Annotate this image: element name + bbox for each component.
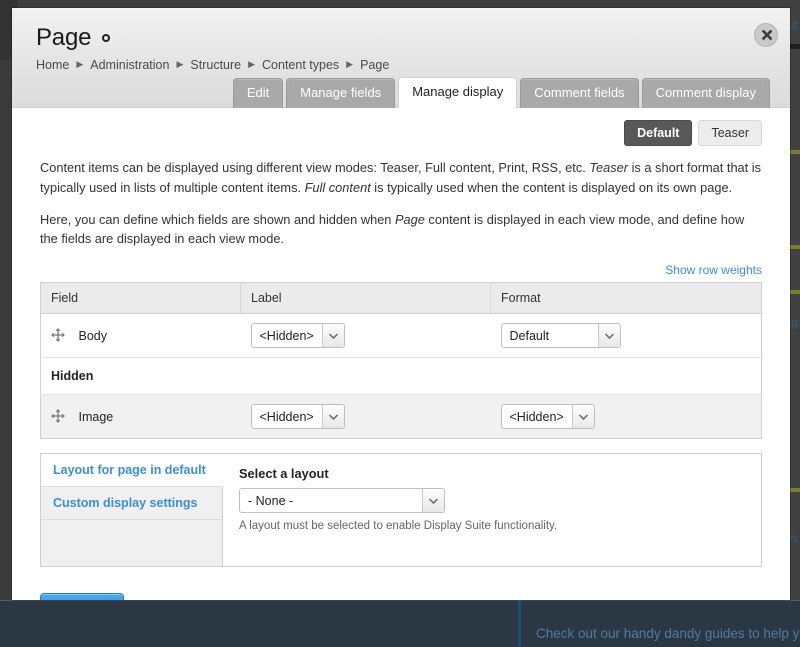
chevron-down-icon (422, 489, 444, 512)
breadcrumb-item-content-types[interactable]: Content types (262, 58, 339, 72)
intro-p1-part-c: is typically used when the content is di… (371, 180, 732, 195)
display-suite-vertical-tabs: Layout for page in default Custom displa… (40, 453, 762, 567)
intro-p2-emphasis-page: Page (395, 212, 425, 227)
intro-text: Content items can be displayed using dif… (40, 158, 762, 249)
chevron-down-icon (572, 405, 594, 428)
breadcrumb-separator-icon: ▶ (248, 59, 255, 70)
breadcrumb-item-page[interactable]: Page (360, 58, 389, 72)
breadcrumb-item-structure[interactable]: Structure (190, 58, 241, 72)
chevron-down-icon (598, 324, 620, 347)
column-header-format: Format (491, 283, 762, 314)
close-icon (761, 30, 772, 41)
breadcrumb-separator-icon: ▶ (346, 59, 353, 70)
throbber-ring-icon (102, 34, 110, 42)
modal-body: Default Teaser Content items can be disp… (12, 108, 790, 600)
cell-label-select: <Hidden> (241, 314, 491, 358)
intro-paragraph-2: Here, you can define which fields are sh… (40, 210, 762, 250)
intro-p1-part-a: Content items can be displayed using dif… (40, 160, 589, 175)
intro-paragraph-1: Content items can be displayed using dif… (40, 158, 762, 198)
tab-edit[interactable]: Edit (233, 78, 283, 108)
cell-format-select: <Hidden> (491, 395, 762, 439)
region-label-hidden: Hidden (41, 358, 241, 395)
layout-select-value: - None - (240, 489, 422, 512)
breadcrumb-separator-icon: ▶ (176, 59, 183, 70)
breadcrumb-item-administration[interactable]: Administration (90, 58, 169, 72)
tab-comment-fields[interactable]: Comment fields (520, 78, 638, 108)
format-select-image[interactable]: <Hidden> (501, 404, 595, 429)
cell-field-name: Body (41, 314, 241, 358)
row-weights-toggle-wrap: Show row weights (40, 261, 762, 279)
label-select-body-value: <Hidden> (252, 324, 322, 347)
vertical-tab-layout-for-page-in-default[interactable]: Layout for page in default (41, 454, 223, 487)
page-title: Page (36, 24, 91, 52)
table-header-row: Field Label Format (41, 283, 762, 314)
select-a-layout-heading: Select a layout (239, 466, 745, 481)
intro-p1-emphasis-full-content: Full content (305, 180, 371, 195)
title-row: Page (36, 8, 766, 52)
modal-actions: Save (40, 567, 762, 600)
breadcrumb-separator-icon: ▶ (76, 59, 83, 70)
layout-pane: Select a layout - None - A layout must b… (223, 454, 761, 566)
cell-label-select: <Hidden> (241, 395, 491, 439)
layout-select[interactable]: - None - (239, 488, 445, 513)
drag-handle-icon[interactable] (51, 409, 65, 423)
bottom-bar-message: Check out our handy dandy guides to help… (536, 626, 800, 641)
show-row-weights-link[interactable]: Show row weights (665, 263, 762, 277)
table-head: Field Label Format (41, 283, 762, 314)
breadcrumb-item-home[interactable]: Home (36, 58, 69, 72)
bottom-bar-accent (518, 601, 521, 647)
tab-comment-display[interactable]: Comment display (642, 78, 770, 108)
field-name-body: Body (78, 329, 107, 343)
cell-field-name: Image (41, 395, 241, 439)
format-select-body-value: Default (502, 324, 598, 347)
table-row-image-field: Image <Hidden> <Hidden> (41, 395, 762, 439)
view-mode-tabs: Default Teaser (40, 108, 762, 146)
breadcrumb: Home ▶ Administration ▶ Structure ▶ Cont… (36, 58, 766, 72)
intro-p2-part-a: Here, you can define which fields are sh… (40, 212, 395, 227)
label-select-image-value: <Hidden> (252, 405, 322, 428)
column-header-field: Field (41, 283, 241, 314)
cell-format-select: Default (491, 314, 762, 358)
layout-select-description: A layout must be selected to enable Disp… (239, 520, 745, 532)
region-empty-cell (241, 358, 491, 395)
vertical-tab-custom-display-settings[interactable]: Custom display settings (41, 487, 222, 520)
field-name-image: Image (78, 410, 113, 424)
column-header-label: Label (241, 283, 491, 314)
close-button[interactable] (754, 23, 778, 47)
table-row-body-field: Body <Hidden> Default (41, 314, 762, 358)
primary-tabs: Edit Manage fields Manage display Commen… (233, 77, 770, 108)
view-mode-tab-default[interactable]: Default (624, 120, 692, 146)
vertical-tab-list: Layout for page in default Custom displa… (41, 454, 223, 566)
label-select-body[interactable]: <Hidden> (251, 323, 345, 348)
drag-handle-icon[interactable] (51, 328, 65, 342)
tab-manage-display[interactable]: Manage display (398, 77, 517, 108)
tab-manage-fields[interactable]: Manage fields (286, 78, 395, 108)
table-body: Body <Hidden> Default (41, 314, 762, 439)
field-display-table: Field Label Format Body (40, 282, 762, 439)
intro-p1-emphasis-teaser: Teaser (589, 160, 628, 175)
view-mode-tab-teaser[interactable]: Teaser (698, 120, 762, 146)
label-select-image[interactable]: <Hidden> (251, 404, 345, 429)
table-row-region-hidden: Hidden (41, 358, 762, 395)
region-empty-cell (491, 358, 762, 395)
modal-header: Page Home ▶ Administration ▶ Structure ▶… (12, 8, 790, 108)
modal-dialog: Page Home ▶ Administration ▶ Structure ▶… (12, 8, 790, 600)
format-select-body[interactable]: Default (501, 323, 621, 348)
chevron-down-icon (322, 405, 344, 428)
backdrop-bottom-bar: Check out our handy dandy guides to help… (0, 600, 800, 647)
format-select-image-value: <Hidden> (502, 405, 572, 428)
save-button[interactable]: Save (40, 593, 124, 600)
chevron-down-icon (322, 324, 344, 347)
